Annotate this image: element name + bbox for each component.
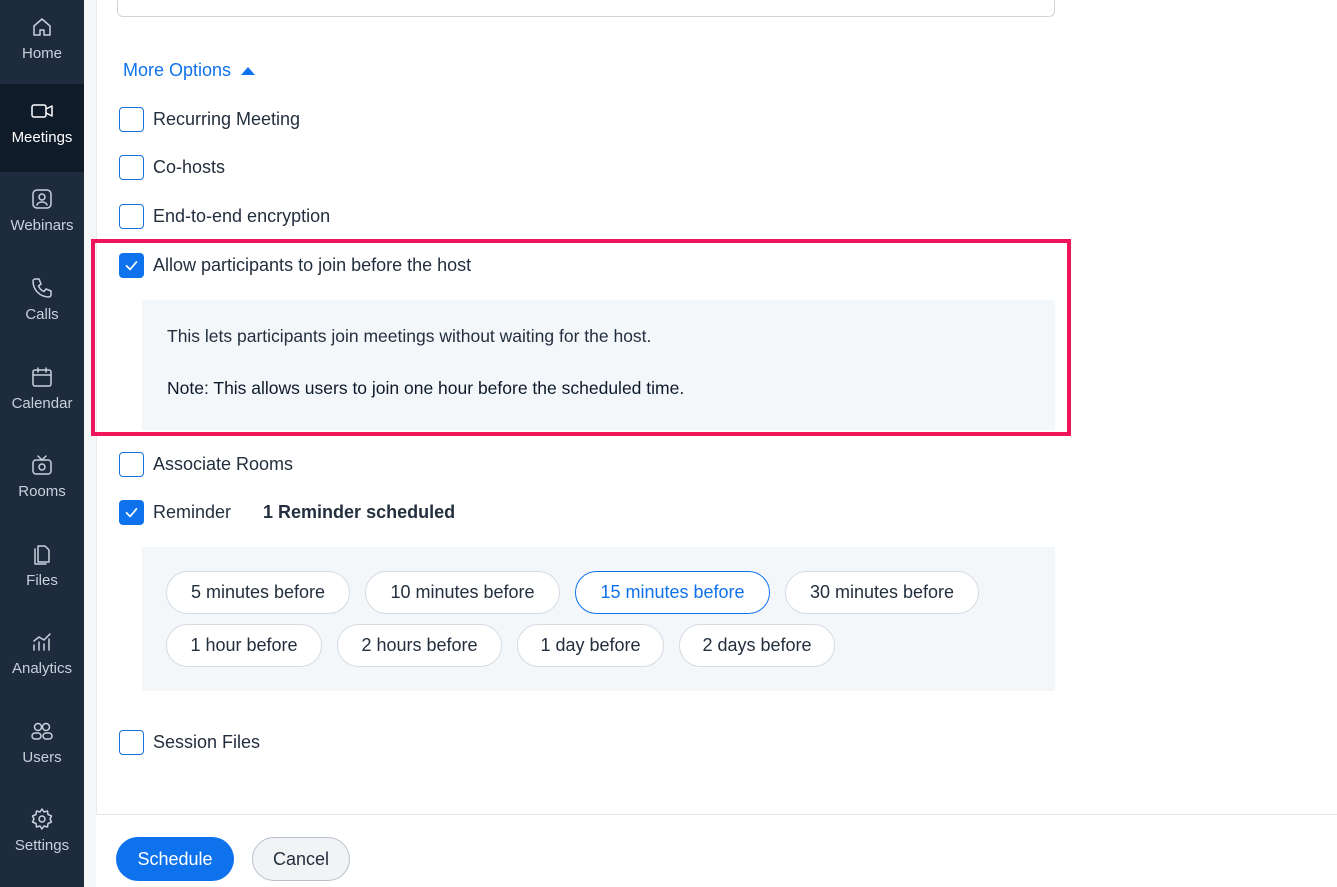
sidebar-item-label: Users — [22, 749, 62, 766]
option-label: Reminder — [153, 502, 232, 522]
reminder-chip-30-minutes[interactable]: 30 minutes before — [785, 571, 979, 614]
sidebar-item-calendar[interactable]: Calendar — [0, 350, 84, 438]
reminder-chip-2-hours[interactable]: 2 hours before — [337, 624, 502, 667]
video-camera-icon — [30, 99, 54, 123]
option-label: Session Files — [153, 732, 261, 752]
sidebar-item-settings[interactable]: Settings — [0, 792, 84, 880]
reminder-chip-10-minutes[interactable]: 10 minutes before — [365, 571, 560, 614]
option-recurring-meeting: Recurring Meeting — [119, 107, 300, 132]
sidebar-item-webinars[interactable]: Webinars — [0, 172, 84, 260]
reminder-chip-1-hour[interactable]: 1 hour before — [166, 624, 322, 667]
phone-icon — [30, 276, 54, 300]
reminder-summary: 1 Reminder scheduled — [263, 502, 456, 522]
schedule-button[interactable]: Schedule — [116, 837, 234, 881]
associate-rooms-checkbox[interactable] — [119, 452, 144, 477]
sidebar-item-label: Calendar — [11, 395, 73, 412]
reminder-chip-2-days[interactable]: 2 days before — [679, 624, 835, 667]
sidebar-item-users[interactable]: Users — [0, 704, 84, 792]
session-files-checkbox[interactable] — [119, 730, 144, 755]
calendar-icon — [30, 365, 54, 389]
info-note: Note: This allows users to join one hour… — [167, 378, 685, 398]
option-label: Associate Rooms — [153, 454, 294, 474]
caret-up-icon — [241, 66, 256, 75]
co-hosts-checkbox[interactable] — [119, 155, 144, 180]
check-icon — [125, 261, 138, 271]
sidebar-item-label: Meetings — [11, 129, 73, 146]
info-description: This lets participants join meetings wit… — [167, 326, 652, 346]
option-associate-rooms: Associate Rooms — [119, 452, 293, 477]
reminder-chip-5-minutes[interactable]: 5 minutes before — [166, 571, 350, 614]
option-session-files: Session Files — [119, 730, 260, 755]
gear-icon — [30, 807, 54, 831]
check-icon — [125, 508, 138, 518]
recurring-meeting-checkbox[interactable] — [119, 107, 144, 132]
option-label: End-to-end encryption — [153, 206, 331, 226]
sidebar-item-rooms[interactable]: Rooms — [0, 438, 84, 526]
sidebar-item-meetings[interactable]: Meetings — [0, 84, 84, 172]
sidebar-item-label: Home — [21, 45, 62, 62]
e2e-encryption-checkbox[interactable] — [119, 204, 144, 229]
files-icon — [30, 542, 54, 566]
users-icon — [30, 719, 54, 743]
cancel-button[interactable]: Cancel — [252, 837, 350, 881]
sidebar-item-label: Calls — [25, 306, 59, 323]
option-label: Co-hosts — [153, 157, 226, 177]
sidebar-item-label: Analytics — [11, 660, 73, 677]
reminder-chip-1-day[interactable]: 1 day before — [517, 624, 664, 667]
topic-field-edge[interactable] — [117, 0, 1055, 17]
sidebar-item-label: Files — [26, 572, 58, 589]
option-label: Recurring Meeting — [153, 109, 301, 129]
more-options-label: More Options — [123, 60, 232, 80]
reminder-checkbox[interactable] — [119, 500, 144, 525]
sidebar-item-label: Rooms — [18, 483, 66, 500]
sidebar-item-home[interactable]: Home — [0, 0, 84, 88]
sidebar-item-calls[interactable]: Calls — [0, 261, 84, 349]
more-options-toggle[interactable]: More Options — [123, 60, 256, 81]
gutter — [84, 0, 96, 887]
sidebar-item-analytics[interactable]: Analytics — [0, 615, 84, 703]
reminder-chip-15-minutes[interactable]: 15 minutes before — [575, 571, 770, 614]
reminder-options-panel: 5 minutes before 10 minutes before 15 mi… — [142, 547, 1055, 691]
join-before-host-checkbox[interactable] — [119, 253, 144, 278]
sidebar-item-label: Webinars — [10, 217, 74, 234]
join-before-host-info: This lets participants join meetings wit… — [142, 300, 1055, 430]
option-label: Allow participants to join before the ho… — [153, 255, 472, 275]
sidebar-item-label: Settings — [14, 837, 70, 854]
rooms-icon — [30, 453, 54, 477]
sidebar-item-files[interactable]: Files — [0, 527, 84, 615]
sidebar: Home Meetings Webinars Calls Calendar Ro… — [0, 0, 84, 887]
webinar-icon — [30, 187, 54, 211]
option-reminder: Reminder 1 Reminder scheduled — [119, 500, 455, 525]
analytics-icon — [30, 630, 54, 654]
option-join-before-host: Allow participants to join before the ho… — [119, 253, 471, 278]
option-e2e-encryption: End-to-end encryption — [119, 204, 330, 229]
home-icon — [30, 15, 54, 39]
option-co-hosts: Co-hosts — [119, 155, 225, 180]
